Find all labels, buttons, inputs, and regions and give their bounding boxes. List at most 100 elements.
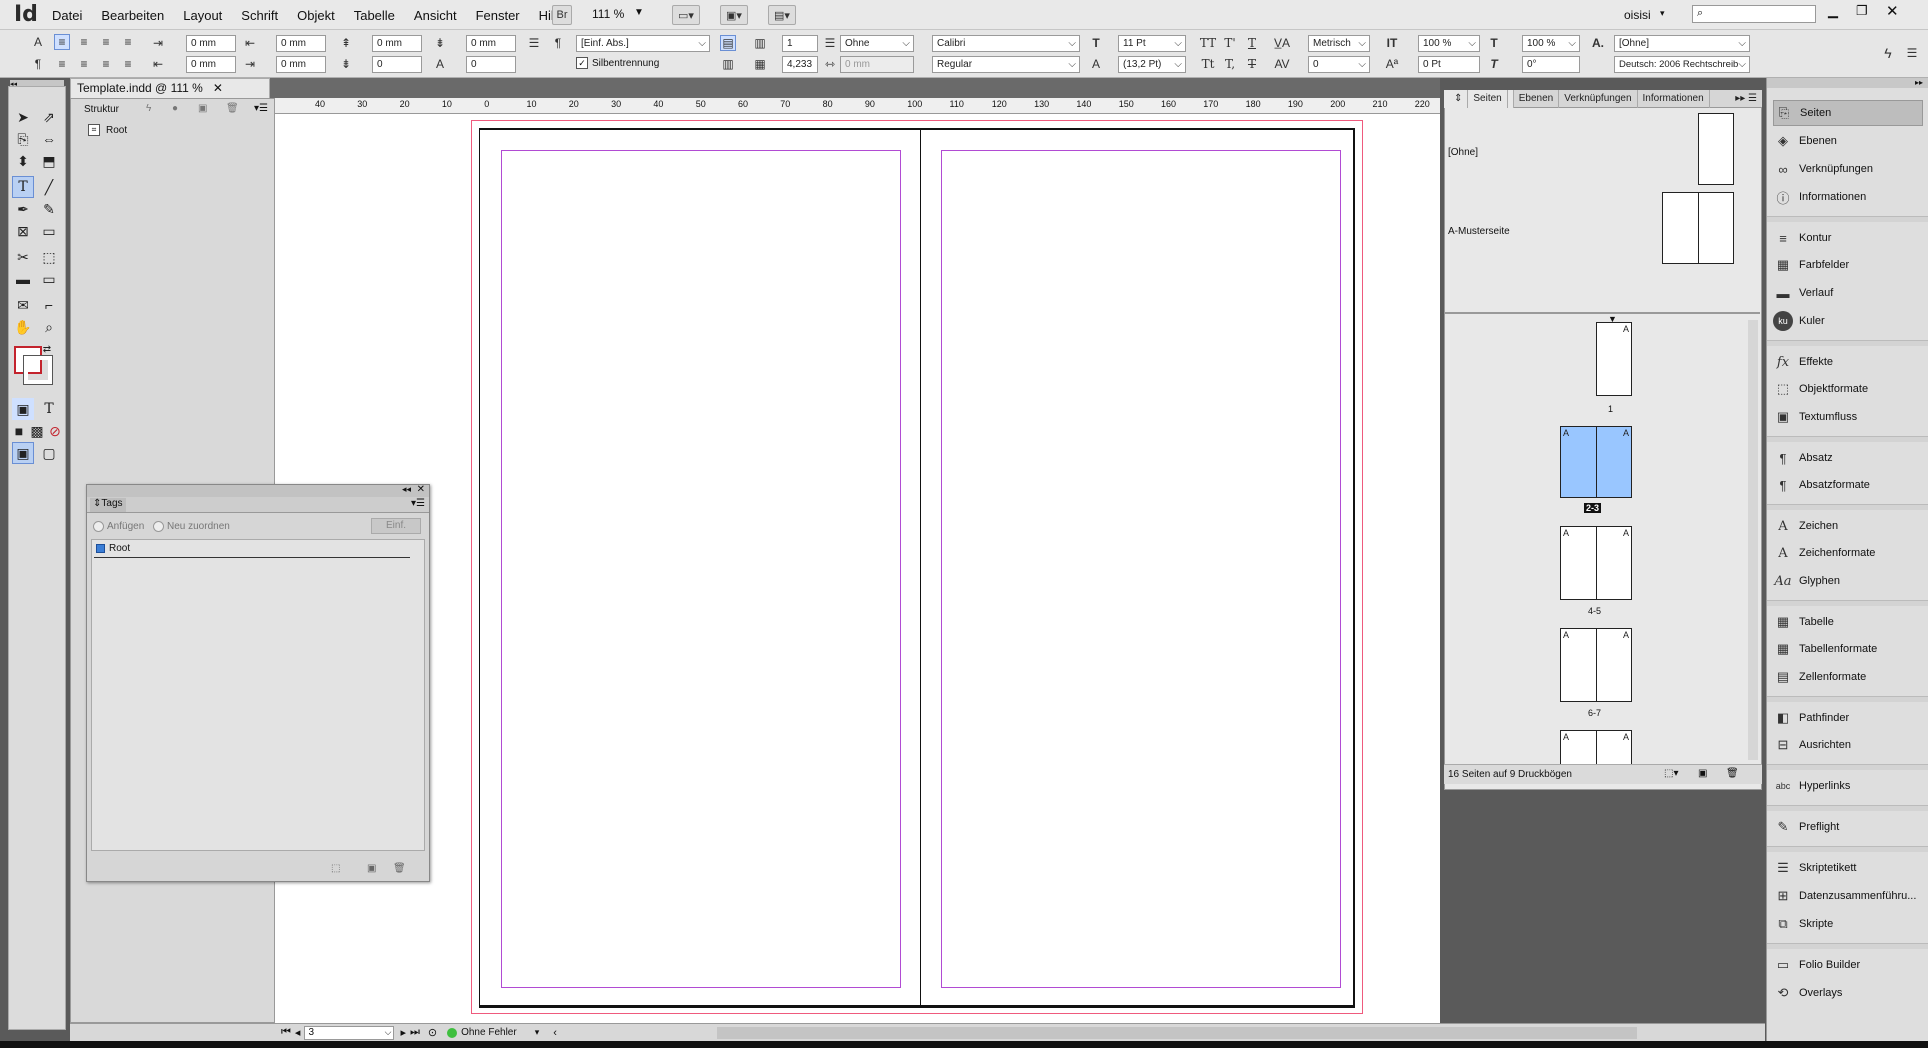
dock-separator[interactable] <box>1767 436 1928 442</box>
insert-button[interactable]: Einf. <box>371 518 421 534</box>
collapse-icon[interactable]: ◂◂ <box>402 484 411 495</box>
indent-left-field[interactable]: 0 mm <box>186 35 236 52</box>
eyedropper-tool-icon[interactable]: ⌐ <box>38 294 60 316</box>
stroke-swatch[interactable] <box>23 355 53 385</box>
root-tag[interactable]: Root <box>109 543 130 554</box>
first-page-icon[interactable]: ⏮ <box>281 1026 291 1039</box>
drop-cap-field[interactable]: 0 <box>372 56 422 73</box>
dock-datenzusammenfuehrung[interactable]: ⊞ Datenzusammenführu... <box>1773 883 1923 909</box>
structure-menu-icon[interactable]: ▾☰ <box>254 103 268 114</box>
dock-verlauf[interactable]: ▬ Verlauf <box>1773 280 1923 306</box>
columns-field[interactable]: 1 <box>782 35 818 52</box>
open-page-icon[interactable]: ⊙ <box>428 1026 437 1039</box>
menu-bearbeiten[interactable]: Bearbeiten <box>101 8 164 23</box>
content-collector-icon[interactable]: ⬍ <box>12 150 34 172</box>
dock-separator[interactable] <box>1767 216 1928 222</box>
zoom-level[interactable]: 111 % <box>592 7 624 21</box>
justify-left-icon[interactable]: ≡ <box>54 56 70 72</box>
small-caps-icon[interactable]: Tt <box>1200 56 1216 72</box>
align-center-icon[interactable]: ≡ <box>76 34 92 50</box>
underline-icon[interactable]: T <box>1244 35 1260 51</box>
dock-zeichen[interactable]: A Zeichen <box>1773 513 1923 539</box>
dock-verknuepfungen[interactable]: ∞ Verknüpfungen <box>1773 156 1923 182</box>
dock-zellenformate[interactable]: ▤ Zellenformate <box>1773 664 1923 690</box>
lightning-icon[interactable]: ϟ <box>1880 45 1896 61</box>
space-before-field[interactable]: 0 mm <box>372 35 422 52</box>
pen-tool-icon[interactable]: ✒ <box>12 198 34 220</box>
page-thumb-2-3[interactable]: AA <box>1560 426 1632 498</box>
dock-skripte[interactable]: ⧉ Skripte <box>1773 911 1923 937</box>
scroll-left-icon[interactable]: ‹ <box>553 1027 557 1039</box>
dock-separator[interactable] <box>1767 846 1928 852</box>
bridge-button[interactable]: Br <box>552 5 572 25</box>
horizontal-ruler[interactable]: 40 30 20 10 0 10 20 30 40 50 60 70 80 90 100 110 120 130 1… <box>275 98 1440 114</box>
remap-radio[interactable] <box>153 521 164 532</box>
dock-tabellenformate[interactable]: ▦ Tabellenformate <box>1773 636 1923 662</box>
dock-textumfluss[interactable]: ▣ Textumfluss <box>1773 404 1923 430</box>
new-tag-icon[interactable]: ▣ <box>367 863 376 874</box>
dock-seiten[interactable]: ⎘ Seiten <box>1773 100 1923 126</box>
strikethrough-icon[interactable]: T <box>1244 56 1260 72</box>
rectangle-tool-icon[interactable]: ▭ <box>38 220 60 242</box>
dock-separator[interactable] <box>1767 504 1928 510</box>
close-tab-icon[interactable]: ✕ <box>213 81 223 95</box>
justify-all-icon[interactable]: ≡ <box>98 56 114 72</box>
bullet-list-icon[interactable]: ☰ <box>526 35 542 51</box>
dock-overlays[interactable]: ⟲ Overlays <box>1773 980 1923 1006</box>
structure-new-icon[interactable]: ▣ <box>198 103 207 114</box>
dock-tabelle[interactable]: ▦ Tabelle <box>1773 609 1923 635</box>
span-gutter-field[interactable]: 0 mm <box>840 56 914 73</box>
dock-separator[interactable] <box>1767 764 1928 770</box>
tab-seiten[interactable]: ⇕ Seiten <box>1444 89 1514 108</box>
prev-page-icon[interactable]: ◂ <box>295 1026 301 1039</box>
arrange-docs-button[interactable]: ▤▾ <box>768 5 796 25</box>
load-tags-icon[interactable]: ⬚ <box>331 863 340 874</box>
kerning-dropdown[interactable]: Metrisch ⌵ <box>1308 35 1370 52</box>
menu-fenster[interactable]: Fenster <box>476 8 520 23</box>
dock-ebenen[interactable]: ◈ Ebenen <box>1773 128 1923 154</box>
horizontal-scrollbar[interactable] <box>716 1026 1637 1039</box>
font-style-dropdown[interactable]: Regular ⌵ <box>932 56 1080 73</box>
dock-glyphen[interactable]: Aa Glyphen <box>1773 568 1923 594</box>
page-thumb-4-5[interactable]: AA <box>1560 526 1632 600</box>
zoom-tool-icon[interactable]: ⌕ <box>38 316 60 338</box>
tab-ebenen[interactable]: Ebenen <box>1514 89 1560 108</box>
tab-verknuepfungen[interactable]: Verknüpfungen <box>1559 89 1638 108</box>
pages-divider[interactable] <box>1444 312 1760 314</box>
no-grid-align-icon[interactable]: ▤ <box>720 35 736 51</box>
preflight-status[interactable]: Ohne Fehler <box>461 1027 517 1038</box>
menu-datei[interactable]: Datei <box>52 8 82 23</box>
justify-icon[interactable]: ≡ <box>120 34 136 50</box>
normal-view-icon[interactable]: ▣ <box>12 442 34 464</box>
note-tool-icon[interactable]: ✉ <box>12 294 34 316</box>
font-size-field[interactable]: 11 Pt ⌵ <box>1118 35 1186 52</box>
tabs-more-icon[interactable]: ▸▸ ☰ <box>1730 90 1762 108</box>
drop-cap-chars-field[interactable]: 0 <box>466 56 516 73</box>
gutter-field[interactable]: 4,233 <box>782 56 818 73</box>
align-left-icon[interactable]: ≡ <box>54 34 70 50</box>
dock-kontur[interactable]: ≡ Kontur <box>1773 225 1923 251</box>
dock-separator[interactable] <box>1767 340 1928 346</box>
page-thumb-8-9[interactable]: AA <box>1560 730 1632 765</box>
span-dropdown[interactable]: Ohne ⌵ <box>840 35 914 52</box>
menu-tabelle[interactable]: Tabelle <box>354 8 395 23</box>
last-indent-field[interactable]: 0 mm <box>276 56 326 73</box>
user-dropdown-icon[interactable]: ▾ <box>1660 8 1665 19</box>
format-text-icon[interactable]: T <box>38 398 60 420</box>
last-page-icon[interactable]: ⏭ <box>410 1026 420 1039</box>
superscript-icon[interactable]: T' <box>1222 35 1238 51</box>
zoom-dropdown-icon[interactable]: ▼ <box>634 7 644 18</box>
skew-field[interactable]: 0° <box>1522 56 1580 73</box>
tags-tab[interactable]: ⇕Tags <box>90 498 126 512</box>
close-icon[interactable]: ✕ <box>417 484 425 495</box>
char-mode-icon[interactable]: A <box>30 34 46 50</box>
selection-tool-icon[interactable]: ➤ <box>12 106 34 128</box>
vertical-scale-field[interactable]: 100 % ⌵ <box>1418 35 1480 52</box>
indent-right-field[interactable]: 0 mm <box>276 35 326 52</box>
tags-panel-menu-icon[interactable]: ▾☰ <box>411 498 425 509</box>
first-indent-field[interactable]: 0 mm <box>186 56 236 73</box>
dock-folio-builder[interactable]: ▭ Folio Builder <box>1773 952 1923 978</box>
none-master-thumb[interactable] <box>1698 113 1734 185</box>
dock-skriptetikett[interactable]: ☰ Skriptetikett <box>1773 855 1923 881</box>
close-icon[interactable]: ✕ <box>1886 2 1899 20</box>
